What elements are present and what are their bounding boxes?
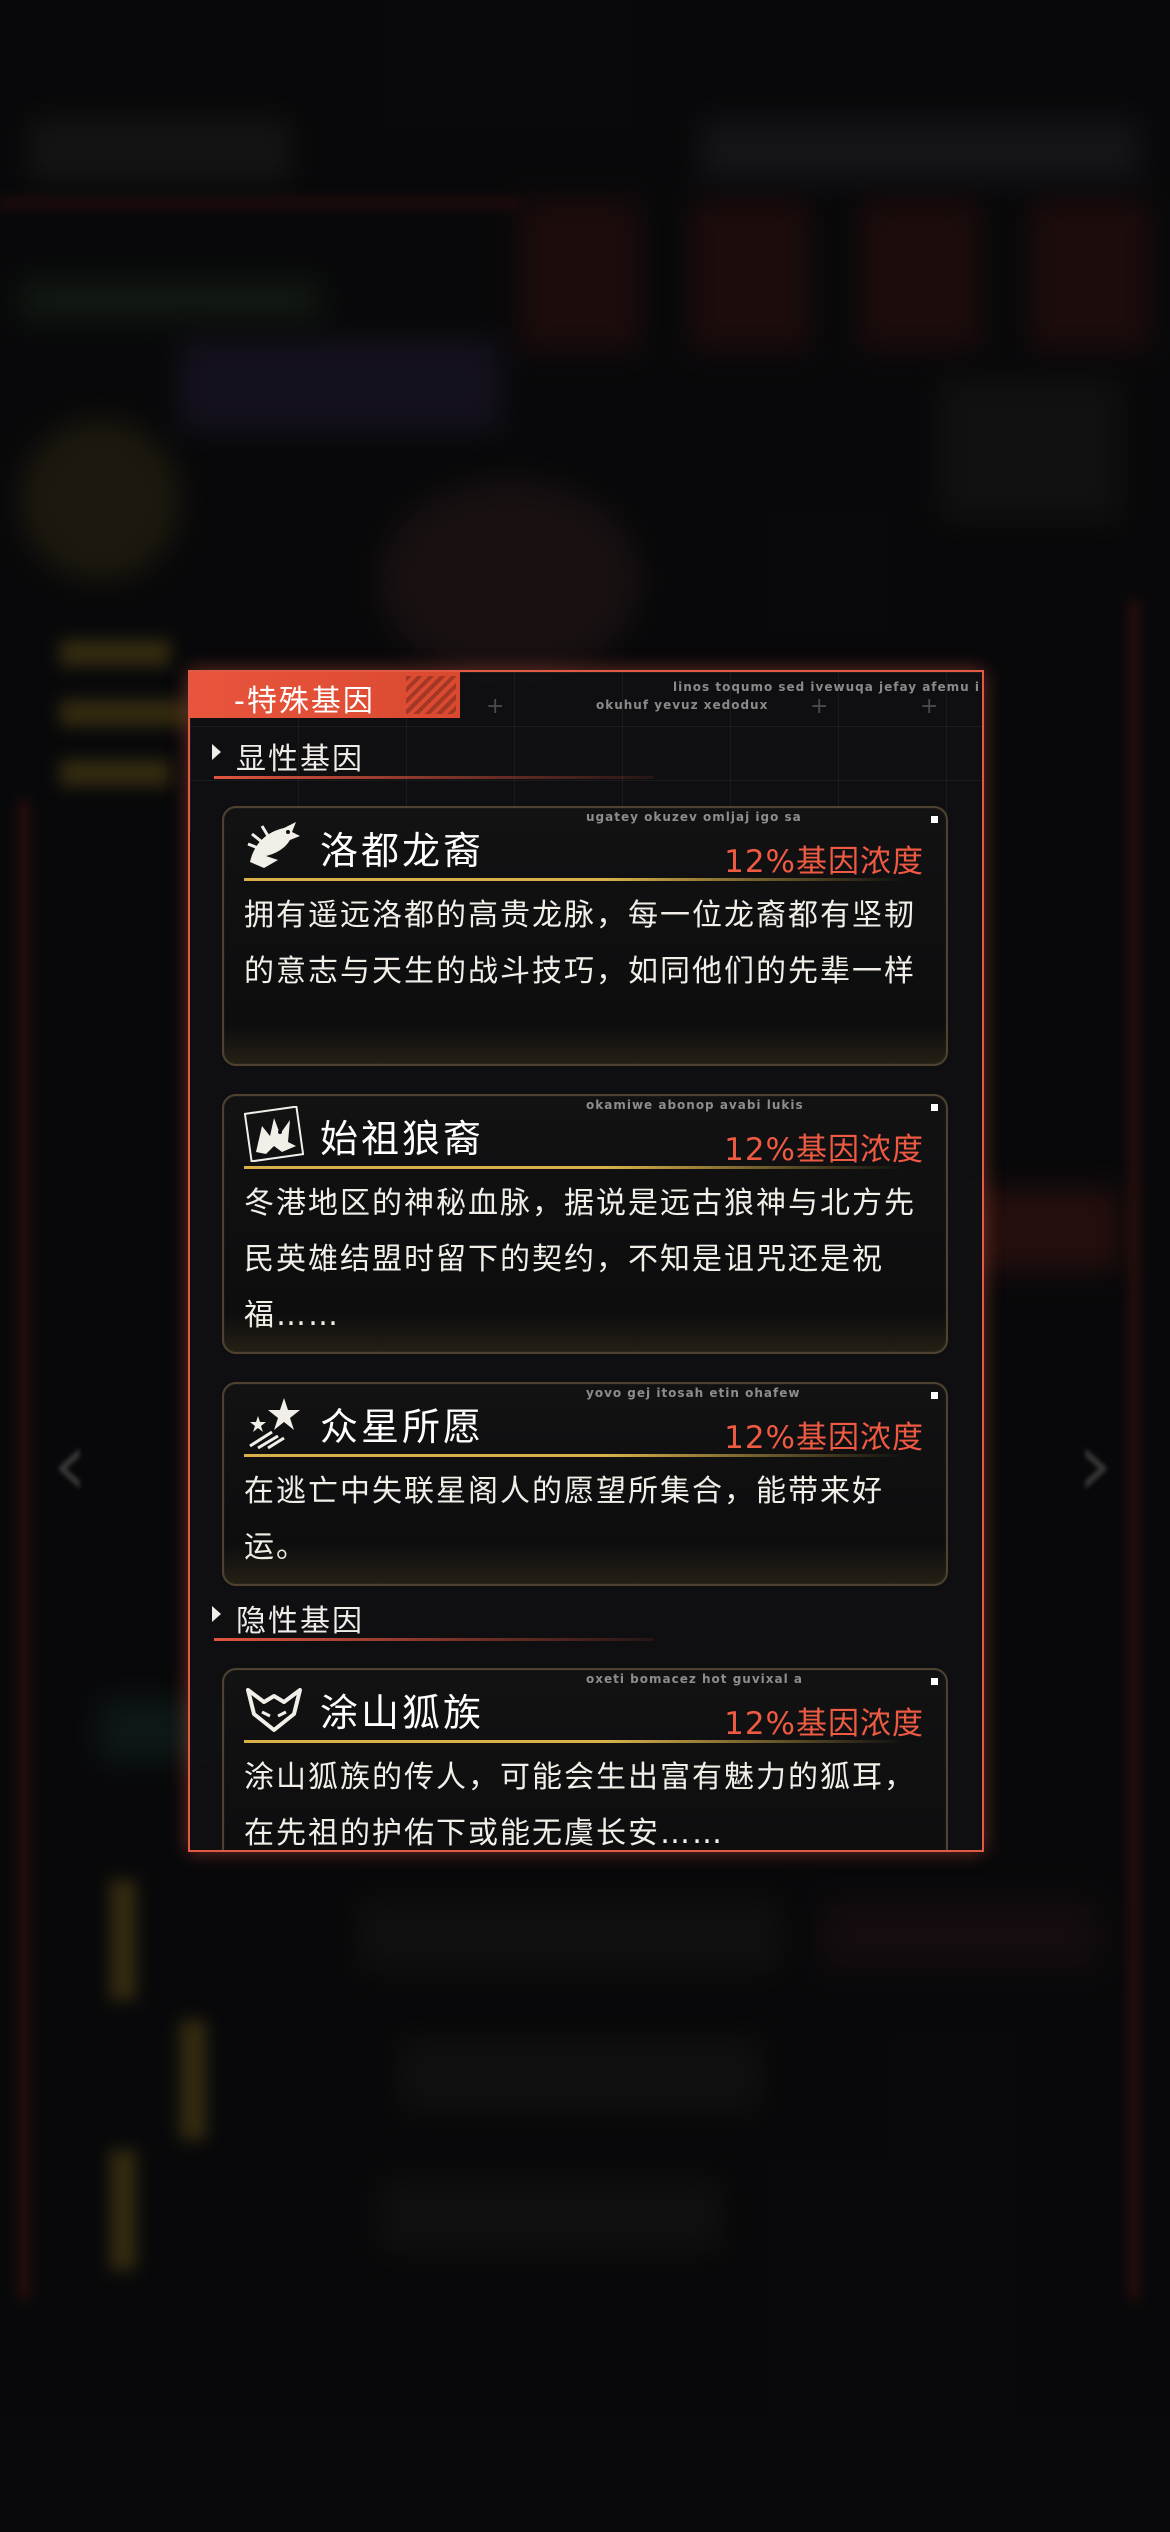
triangle-icon bbox=[212, 1606, 221, 1622]
gene-name: 始祖狼裔 bbox=[320, 1117, 485, 1161]
decorative-caption: okuhuf yevuz xedodux bbox=[596, 698, 769, 712]
section-dominant-genes: 显性基因 bbox=[210, 732, 670, 779]
gene-name: 众星所愿 bbox=[320, 1405, 485, 1449]
panel-title: -特殊基因 bbox=[234, 684, 375, 719]
section-label: 隐性基因 bbox=[236, 1604, 364, 1639]
gene-concentration: 12%基因浓度 bbox=[724, 1132, 924, 1168]
panel-header-tab: -特殊基因 bbox=[190, 672, 460, 718]
gene-card[interactable]: oxeti bomacez hot guvixal a 涂山狐族 12%基因浓度… bbox=[222, 1668, 948, 1851]
gene-name: 涂山狐族 bbox=[320, 1691, 485, 1735]
plus-decoration: + bbox=[920, 694, 939, 719]
gene-name: 洛都龙裔 bbox=[320, 829, 485, 873]
gene-concentration: 12%基因浓度 bbox=[724, 844, 924, 880]
gene-concentration: 12%基因浓度 bbox=[724, 1420, 924, 1456]
plus-decoration: + bbox=[486, 694, 505, 719]
triangle-icon bbox=[212, 744, 221, 760]
previous-arrow-icon[interactable]: ‹ bbox=[50, 1410, 90, 1520]
card-serial-text: ugatey okuzev omljaj igo sa bbox=[586, 810, 802, 824]
next-arrow-icon[interactable]: › bbox=[1075, 1410, 1115, 1520]
card-serial-text: yovo gej itosah etin ohafew bbox=[586, 1386, 801, 1400]
gene-description: 涂山狐族的传人，可能会生出富有魅力的狐耳，在先祖的护佑下或能无虞长安…… bbox=[244, 1760, 916, 1851]
gene-card[interactable]: okamiwe abonop avabi lukis 始祖狼裔 12%基因浓度 … bbox=[222, 1094, 948, 1354]
decorative-caption: linos toqumo sed ivewuqa jefay afemu i bbox=[673, 680, 980, 694]
dragon-icon bbox=[247, 822, 300, 868]
gene-card[interactable]: ugatey okuzev omljaj igo sa 洛都龙裔 12%基因浓度… bbox=[222, 806, 948, 1066]
wolf-icon bbox=[244, 1106, 304, 1162]
stars-icon bbox=[249, 1398, 300, 1450]
special-gene-panel: + + + -特殊基因 linos toqumo sed ivewuqa jef… bbox=[188, 670, 984, 1852]
section-label: 显性基因 bbox=[236, 742, 364, 777]
gene-list[interactable]: 显性基因 ugatey okuzev omljaj igo sa 洛都龙裔 12… bbox=[190, 732, 982, 1850]
gene-description: 拥有遥远洛都的高贵龙脉，每一位龙裔都有坚韧的意志与天生的战斗技巧，如同他们的先辈… bbox=[244, 898, 916, 989]
gene-concentration: 12%基因浓度 bbox=[724, 1706, 924, 1742]
plus-decoration: + bbox=[810, 694, 829, 719]
card-serial-text: oxeti bomacez hot guvixal a bbox=[586, 1672, 803, 1686]
card-serial-text: okamiwe abonop avabi lukis bbox=[586, 1098, 804, 1112]
gene-card[interactable]: yovo gej itosah etin ohafew 众星所愿 12%基因浓度… bbox=[222, 1382, 948, 1586]
section-recessive-genes: 隐性基因 bbox=[210, 1594, 670, 1641]
fox-icon bbox=[246, 1688, 302, 1732]
